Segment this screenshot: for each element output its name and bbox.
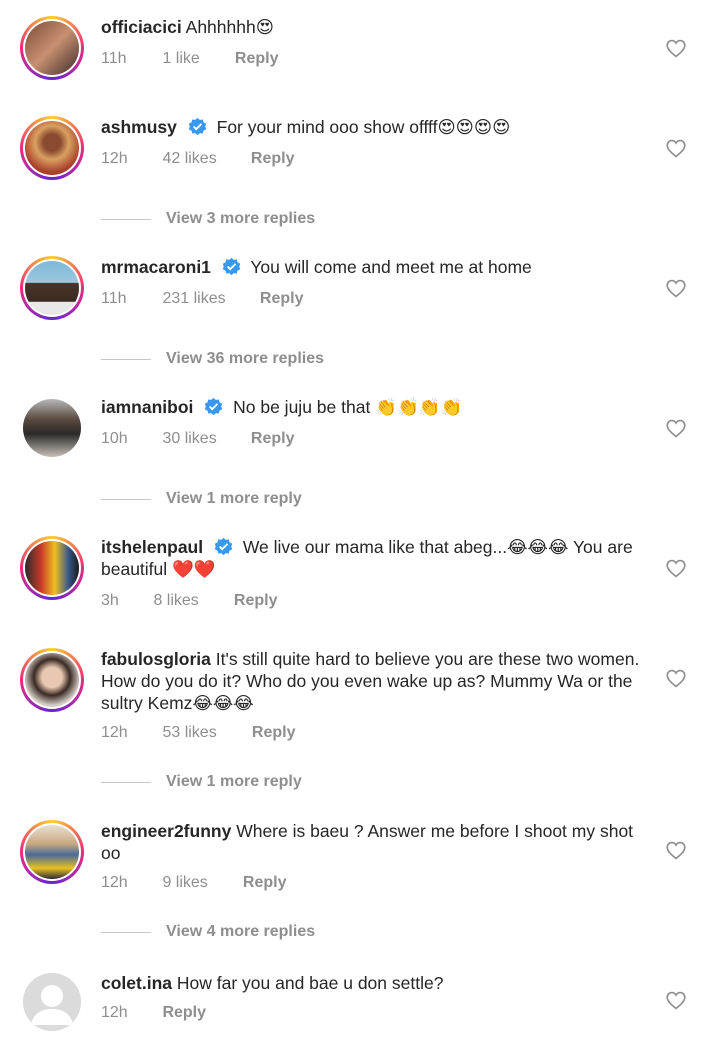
comment-time: 12h bbox=[101, 874, 128, 891]
heart-icon[interactable] bbox=[666, 419, 686, 438]
comment-username[interactable]: mrmacaroni1 bbox=[101, 257, 211, 277]
comment-text: You will come and meet me at home bbox=[250, 257, 532, 277]
comment-likes[interactable]: 8 likes bbox=[153, 592, 229, 610]
avatar[interactable] bbox=[20, 16, 84, 80]
reply-button[interactable]: Reply bbox=[252, 724, 296, 742]
comment-likes[interactable]: 53 likes bbox=[162, 724, 247, 742]
reply-button[interactable]: Reply bbox=[235, 50, 279, 68]
view-replies-button[interactable]: View 36 more replies bbox=[101, 350, 324, 368]
comment-text: No be juju be that 👏👏👏👏 bbox=[233, 397, 463, 417]
comment-username[interactable]: fabulosgloria bbox=[101, 649, 211, 669]
heart-icon[interactable] bbox=[666, 559, 686, 578]
default-avatar-icon bbox=[23, 973, 81, 1031]
comment-username[interactable]: itshelenpaul bbox=[101, 537, 203, 557]
comments-list: officiacici Ahhhhhh😍 11h 1 like Reply as… bbox=[0, 0, 720, 1040]
comment-likes[interactable]: 30 likes bbox=[162, 430, 246, 448]
heart-icon[interactable] bbox=[666, 279, 686, 298]
heart-icon[interactable] bbox=[666, 841, 686, 860]
reply-button[interactable]: Reply bbox=[251, 150, 295, 168]
avatar[interactable] bbox=[20, 820, 84, 884]
view-replies-button[interactable]: View 1 more reply bbox=[101, 490, 302, 508]
replies-divider bbox=[101, 358, 151, 360]
comment-time: 11h bbox=[101, 50, 127, 67]
comment-likes[interactable]: 1 like bbox=[162, 50, 230, 68]
view-replies-label[interactable]: View 36 more replies bbox=[166, 350, 324, 368]
avatar[interactable] bbox=[20, 536, 84, 600]
heart-icon[interactable] bbox=[666, 991, 686, 1010]
comment-likes[interactable]: 42 likes bbox=[162, 150, 246, 168]
comment-text: How far you and bae u don settle? bbox=[176, 973, 444, 993]
avatar[interactable] bbox=[20, 396, 84, 460]
avatar[interactable] bbox=[20, 256, 84, 320]
reply-button[interactable]: Reply bbox=[162, 1004, 206, 1022]
verified-badge-icon bbox=[214, 537, 233, 556]
view-replies-label[interactable]: View 1 more reply bbox=[166, 490, 302, 508]
reply-button[interactable]: Reply bbox=[234, 592, 278, 610]
comment-time: 3h bbox=[101, 592, 119, 609]
heart-icon[interactable] bbox=[666, 39, 686, 58]
comment-time: 12h bbox=[101, 150, 128, 167]
view-replies-label[interactable]: View 4 more replies bbox=[166, 923, 315, 941]
heart-icon[interactable] bbox=[666, 139, 686, 158]
replies-divider bbox=[101, 498, 151, 500]
view-replies-button[interactable]: View 4 more replies bbox=[101, 923, 315, 941]
comment-likes[interactable]: 9 likes bbox=[162, 874, 238, 892]
replies-divider bbox=[101, 218, 151, 220]
avatar[interactable] bbox=[20, 970, 84, 1034]
comment-time: 12h bbox=[101, 724, 128, 741]
avatar[interactable] bbox=[20, 648, 84, 712]
view-replies-label[interactable]: View 3 more replies bbox=[166, 210, 315, 228]
verified-badge-icon bbox=[188, 117, 206, 136]
avatar[interactable] bbox=[20, 116, 84, 180]
comment-username[interactable]: colet.ina bbox=[101, 973, 172, 993]
comment-time: 11h bbox=[101, 290, 127, 307]
view-replies-label[interactable]: View 1 more reply bbox=[166, 773, 302, 791]
replies-divider bbox=[101, 781, 151, 783]
verified-badge-icon bbox=[205, 397, 223, 416]
reply-button[interactable]: Reply bbox=[260, 290, 304, 308]
comment-time: 10h bbox=[101, 430, 128, 447]
reply-button[interactable]: Reply bbox=[251, 430, 295, 448]
replies-divider bbox=[101, 931, 151, 933]
comment-text: Ahhhhhh😍 bbox=[185, 17, 274, 37]
comment-likes[interactable]: 231 likes bbox=[162, 290, 255, 308]
verified-badge-icon bbox=[222, 257, 241, 276]
view-replies-button[interactable]: View 3 more replies bbox=[101, 210, 315, 228]
reply-button[interactable]: Reply bbox=[243, 874, 287, 892]
comment-username[interactable]: officiacici bbox=[101, 17, 182, 37]
comment-username[interactable]: iamnaniboi bbox=[101, 397, 193, 417]
comment-username[interactable]: engineer2funny bbox=[101, 821, 231, 841]
comment-time: 12h bbox=[101, 1004, 128, 1021]
comment-username[interactable]: ashmusy bbox=[101, 117, 177, 137]
view-replies-button[interactable]: View 1 more reply bbox=[101, 773, 302, 791]
heart-icon[interactable] bbox=[666, 669, 686, 688]
comment-text: For your mind ooo show offff😍😍😍😍 bbox=[216, 117, 511, 137]
